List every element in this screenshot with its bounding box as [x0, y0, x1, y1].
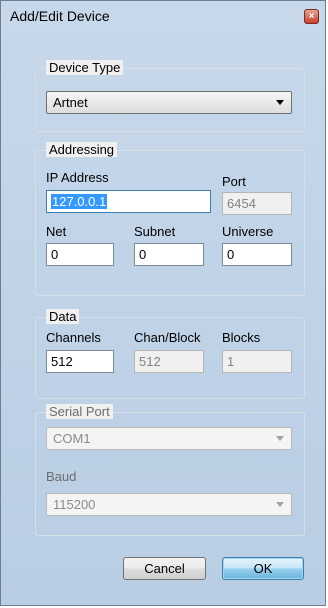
subnet-value: 0 — [139, 247, 147, 262]
ip-address-value: 127.0.0.1 — [51, 194, 108, 209]
data-group: Data Channels Chan/Block Blocks 512 512 … — [35, 309, 305, 399]
cancel-button[interactable]: Cancel — [123, 557, 206, 580]
serial-port-select: COM1 — [46, 427, 292, 450]
baud-value: 115200 — [53, 497, 96, 512]
device-type-select[interactable]: Artnet — [46, 91, 292, 114]
device-type-group: Device Type Artnet — [35, 60, 305, 132]
ip-address-label: IP Address — [46, 170, 109, 185]
close-button[interactable]: × — [304, 9, 319, 24]
window-title: Add/Edit Device — [10, 8, 110, 24]
net-label: Net — [46, 224, 67, 239]
data-group-label: Data — [46, 309, 80, 324]
channels-value: 512 — [51, 354, 73, 369]
universe-input[interactable]: 0 — [222, 243, 292, 266]
chan-block-value: 512 — [139, 354, 161, 369]
device-type-value: Artnet — [53, 95, 88, 110]
chevron-down-icon — [276, 502, 284, 507]
serial-port-value: COM1 — [53, 431, 91, 446]
subnet-input[interactable]: 0 — [134, 243, 204, 266]
serial-port-group: Serial Port COM1 Baud 115200 — [35, 404, 305, 536]
chevron-down-icon — [276, 436, 284, 441]
port-label: Port — [222, 174, 246, 189]
channels-input[interactable]: 512 — [46, 350, 114, 373]
blocks-label: Blocks — [222, 330, 261, 345]
chan-block-label: Chan/Block — [134, 330, 201, 345]
universe-label: Universe — [222, 224, 274, 239]
addressing-group-label: Addressing — [46, 142, 118, 157]
net-input[interactable]: 0 — [46, 243, 114, 266]
net-value: 0 — [51, 247, 59, 262]
ip-address-input[interactable]: 127.0.0.1 — [46, 190, 211, 213]
baud-select: 115200 — [46, 493, 292, 516]
serial-port-group-label: Serial Port — [46, 404, 113, 419]
universe-value: 0 — [227, 247, 235, 262]
port-input: 6454 — [222, 192, 292, 215]
addressing-group: Addressing IP Address Port 127.0.0.1 645… — [35, 142, 305, 296]
baud-label: Baud — [46, 469, 77, 484]
chevron-down-icon — [276, 100, 284, 105]
title-bar[interactable]: Add/Edit Device × — [1, 1, 325, 31]
channels-label: Channels — [46, 330, 101, 345]
ok-button[interactable]: OK — [222, 557, 304, 580]
port-value: 6454 — [227, 196, 256, 211]
blocks-value: 1 — [227, 354, 235, 369]
close-icon: × — [308, 11, 315, 22]
subnet-label: Subnet — [134, 224, 176, 239]
device-type-group-label: Device Type — [46, 60, 124, 75]
chan-block-input: 512 — [134, 350, 204, 373]
blocks-input: 1 — [222, 350, 292, 373]
